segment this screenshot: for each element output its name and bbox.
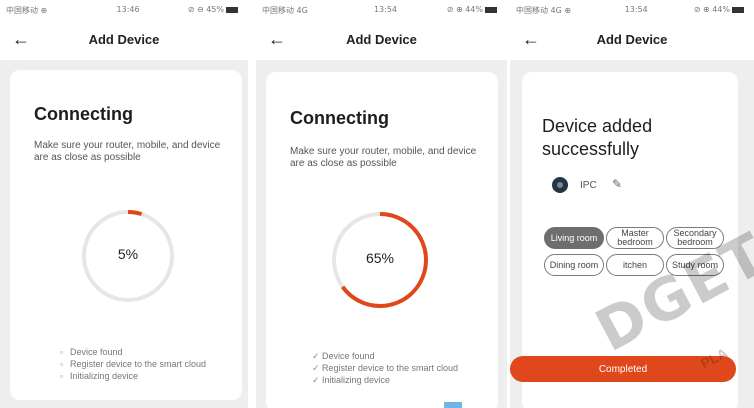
status-bar: 中国移动 4G ⊕ 13:54 ⊘ ⊕ 44% — [510, 0, 754, 22]
step-item: ▫ Device found — [60, 347, 123, 357]
status-bar: 中国移动 ⊕ 13:46 ⊘ ⊖ 45% — [0, 0, 248, 22]
clock: 13:54 — [624, 5, 648, 14]
connecting-heading: Connecting — [34, 104, 133, 124]
connecting-card: Connecting Make sure your router, mobile… — [10, 70, 242, 400]
connecting-hint: Make sure your router, mobile, and devic… — [34, 140, 221, 163]
screen-device-added: 中国移动 4G ⊕ 13:54 ⊘ ⊕ 44% ← Add Device Dev… — [510, 0, 754, 408]
progress-ring: 5% — [80, 208, 176, 304]
step-item: ✓ Device found — [312, 351, 375, 361]
nav-bar: ← Add Device — [510, 22, 754, 60]
connecting-hint: Make sure your router, mobile, and devic… — [290, 146, 477, 169]
nav-bar: ← Add Device — [0, 22, 248, 60]
room-chip-master-bedroom[interactable]: Master bedroom — [606, 227, 664, 249]
room-chip-study-room[interactable]: Study room — [666, 254, 724, 276]
status-icons: ⊘ ⊖ 45% — [188, 5, 238, 14]
page-title: Add Device — [346, 32, 417, 47]
carrier: 中国移动 4G — [262, 6, 308, 15]
step-item: ▫ Initializing device — [60, 371, 139, 381]
page-title: Add Device — [88, 32, 160, 47]
camera-icon — [552, 177, 568, 193]
completed-button[interactable]: Completed — [510, 356, 736, 382]
edit-pencil-icon[interactable]: ✎ — [612, 177, 622, 191]
room-chip-secondary-bedroom[interactable]: Secondary bedroom — [666, 227, 724, 249]
status-icons: ⊘ ⊕ 44% — [694, 5, 744, 14]
status-icons: ⊘ ⊕ 44% — [447, 5, 497, 14]
screen-connecting-5: 中国移动 ⊕ 13:46 ⊘ ⊖ 45% ← Add Device Connec… — [0, 0, 248, 408]
check-icon: ✓ — [312, 351, 320, 361]
status-bar: 中国移动 4G 13:54 ⊘ ⊕ 44% — [256, 0, 507, 22]
nav-bar: ← Add Device — [256, 22, 507, 60]
battery-icon — [732, 6, 744, 13]
step-item: ▫ Register device to the smart cloud — [60, 359, 207, 369]
step-list: ▫ Device found ▫ Register device to the sm… — [60, 346, 206, 382]
connecting-heading: Connecting — [290, 108, 389, 128]
battery-icon — [226, 6, 238, 13]
step-item: ✓ Initializing device — [312, 375, 391, 385]
clock: 13:54 — [373, 5, 398, 14]
check-icon: ✓ — [312, 375, 320, 385]
room-chip-dining-room[interactable]: Dining room — [544, 254, 604, 276]
carrier: 中国移动 4G ⊕ — [516, 6, 572, 15]
step-list: ✓ Device found ✓ Register device to the sm… — [312, 350, 458, 386]
progress-percent: 5% — [117, 246, 139, 262]
step-item: ✓ Register device to the smart cloud — [312, 363, 459, 373]
connecting-card: Connecting Make sure your router, mobile… — [266, 72, 498, 408]
carrier: 中国移动 ⊕ — [6, 6, 48, 15]
check-icon: ✓ — [312, 363, 320, 373]
room-chip-living-room[interactable]: Living room — [544, 227, 604, 249]
screen-connecting-65: 中国移动 4G 13:54 ⊘ ⊕ 44% ← Add Device Conne… — [256, 0, 507, 408]
battery-icon — [485, 6, 497, 13]
clock: 13:46 — [116, 5, 140, 14]
success-heading: Device added successfully — [542, 116, 653, 159]
progress-percent: 65% — [365, 250, 395, 266]
progress-ring: 65% — [330, 210, 430, 310]
device-name: IPC — [580, 180, 597, 191]
room-chip-kitchen[interactable]: itchen — [606, 254, 664, 276]
page-title: Add Device — [596, 32, 668, 47]
decor-mark — [444, 402, 462, 408]
